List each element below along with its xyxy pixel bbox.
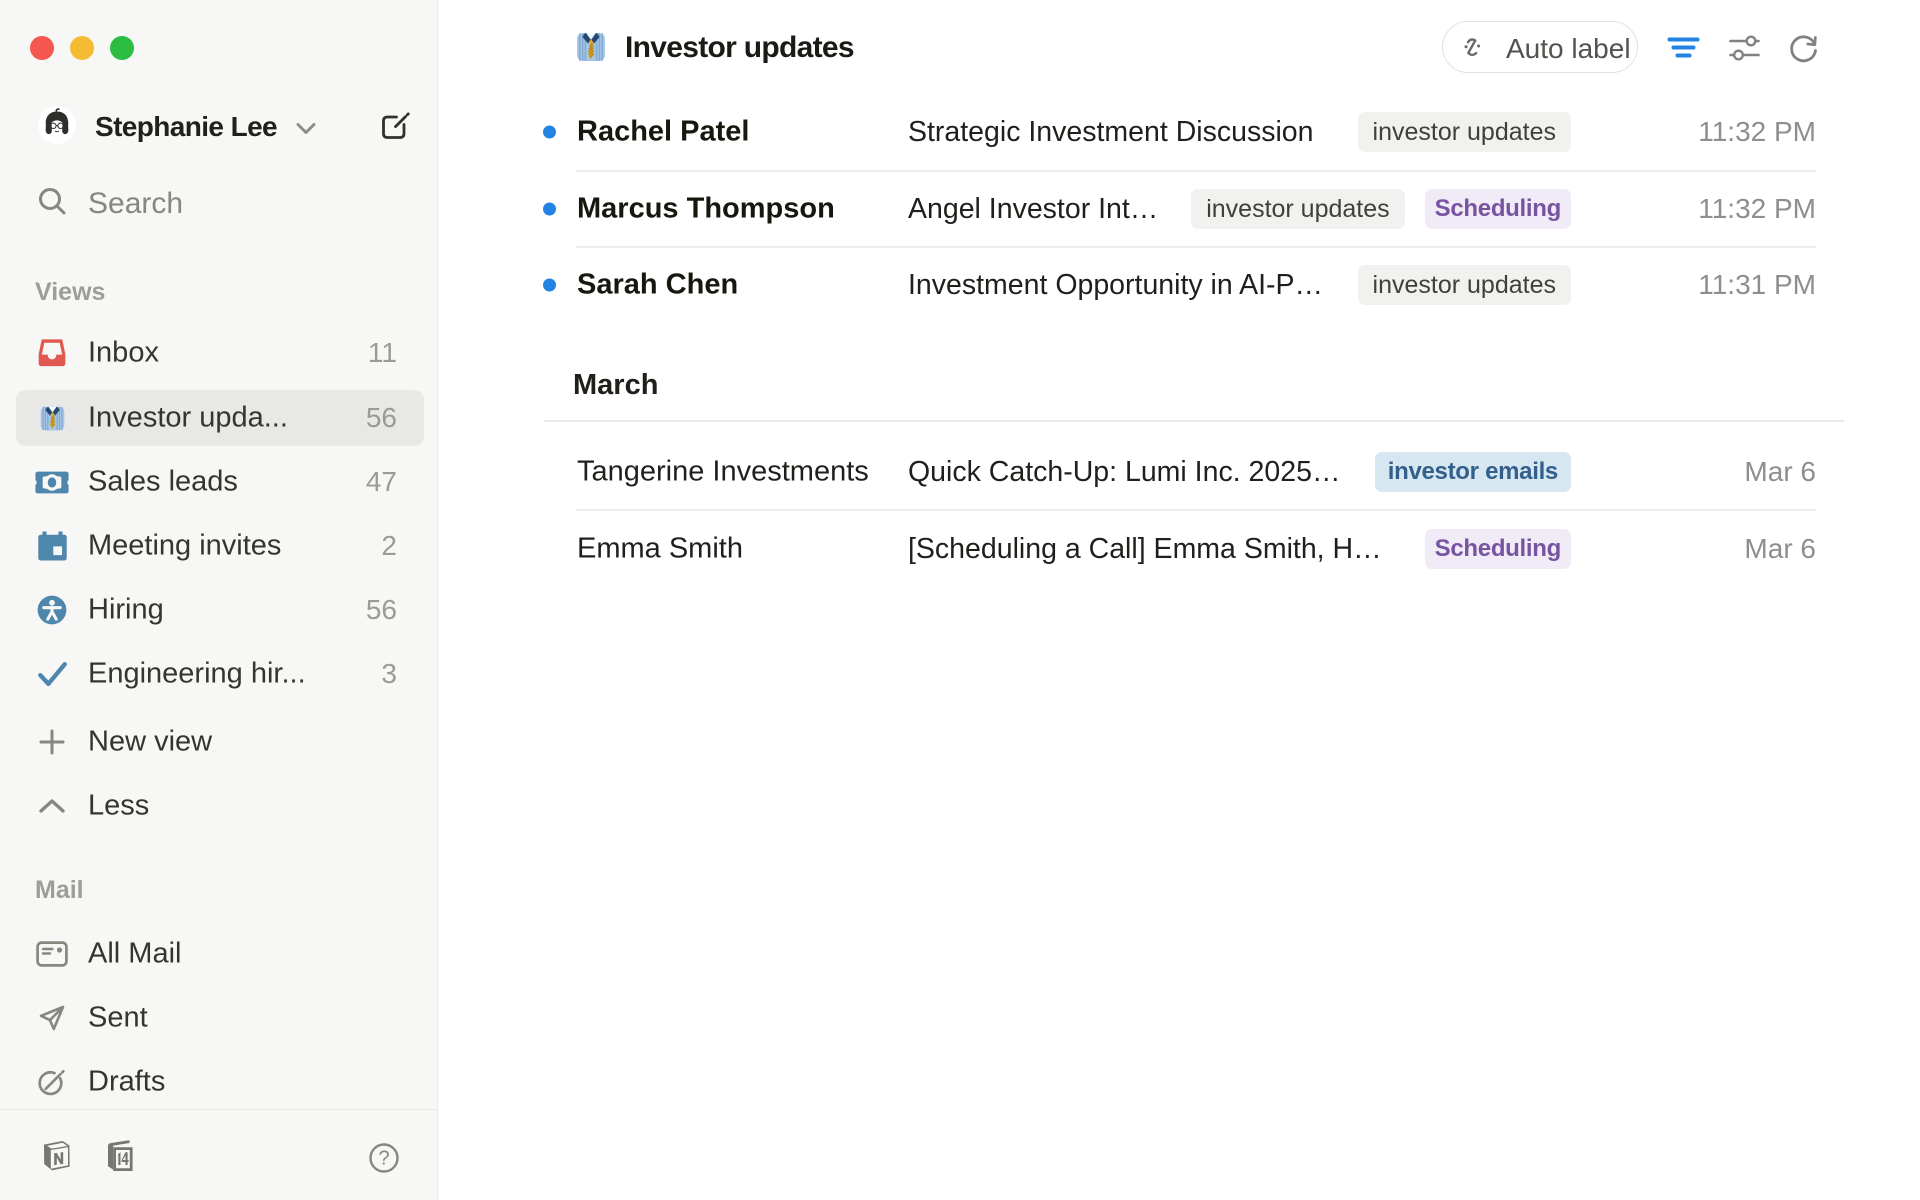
svg-text:?: ? bbox=[378, 1148, 389, 1170]
